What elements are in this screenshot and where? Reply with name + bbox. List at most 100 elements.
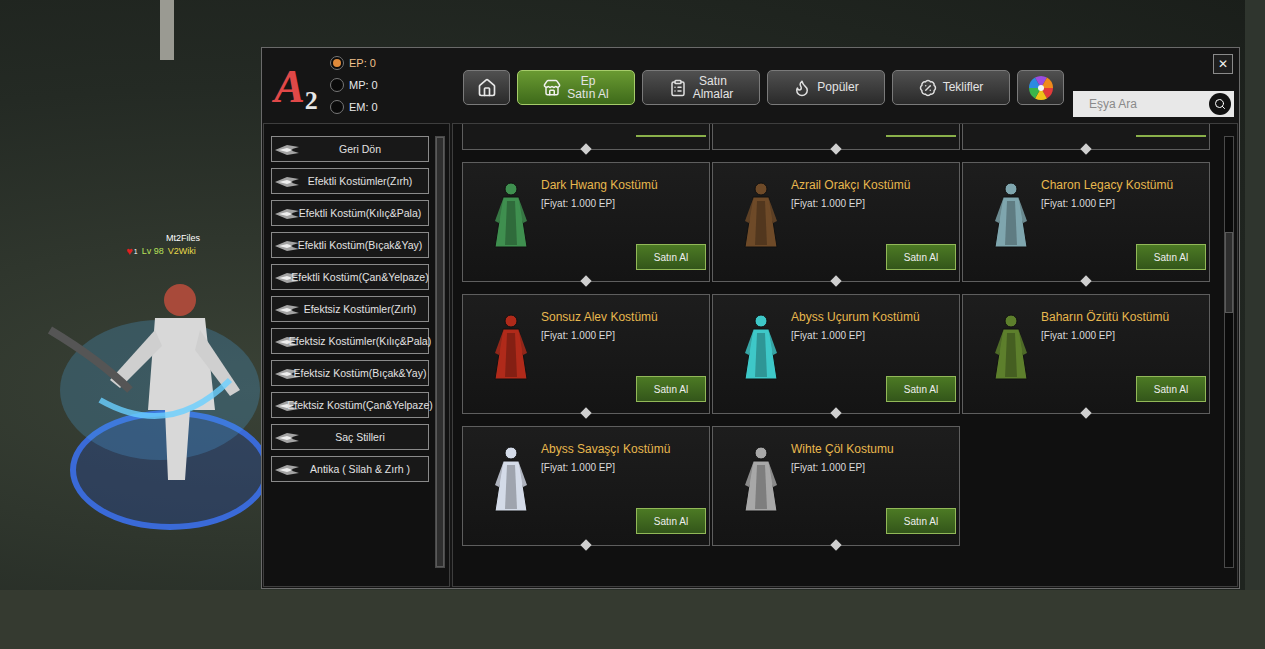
- category-label: Efektli Kostüm(Çan&Yelpaze): [291, 271, 428, 284]
- category-item[interactable]: Efektli Kostüm(Bıçak&Yay): [271, 232, 429, 258]
- item-price: [Fiyat: 1.000 EP]: [791, 330, 959, 342]
- card-divider-mark: [580, 407, 591, 418]
- item-price: [Fiyat: 1.000 EP]: [791, 462, 959, 474]
- currency-list: EP: 0 MP: 0 EM: 0: [330, 53, 450, 117]
- buy-button-label: Satın Al: [654, 250, 688, 265]
- toolbar-button[interactable]: [1017, 70, 1064, 105]
- costume-icon: [991, 313, 1031, 383]
- currency-radio[interactable]: EP: 0: [330, 53, 450, 73]
- shop-header: A2EP: 0MP: 0EM: 0EpSatın AlSatınAlmalarP…: [262, 48, 1239, 123]
- toolbar-button[interactable]: EpSatın Al: [517, 70, 635, 105]
- buy-button[interactable]: Satın Al: [636, 376, 706, 402]
- scrollbar-thumb[interactable]: [1225, 232, 1233, 314]
- search-field[interactable]: Eşya Ara: [1073, 91, 1234, 117]
- close-button[interactable]: ✕: [1213, 54, 1233, 74]
- player-info: ♥1Lv 98V2Wiki: [126, 245, 195, 258]
- wing-icon: [273, 431, 301, 445]
- item-image: [713, 295, 791, 413]
- card-divider-mark: [580, 275, 591, 286]
- radio-mark: [330, 100, 344, 114]
- item-price: [Fiyat: 1.000 EP]: [541, 462, 709, 474]
- category-list: Geri Dön Efektli Kostümler(Zırh) Efektli K…: [271, 136, 429, 586]
- card-divider-mark: [830, 407, 841, 418]
- item-card: Wihte Çöl Kostumu [Fiyat: 1.000 EP] Satın …: [712, 426, 960, 546]
- item-info: Abyss Uçurum Kostümü[Fiyat: 1.000 EP]Sat…: [791, 295, 959, 413]
- wing-icon: [273, 143, 301, 157]
- category-item[interactable]: Efektsiz Kostüm(Bıçak&Yay): [271, 360, 429, 386]
- category-icon-holder: [273, 207, 301, 221]
- item-card: Charon Legacy Kostümü[Fiyat: 1.000 EP]Sa…: [962, 162, 1210, 282]
- category-item[interactable]: Efektsiz Kostümler(Zırh): [271, 296, 429, 322]
- currency-label: MP: 0: [349, 77, 378, 94]
- currency-label: EM: 0: [349, 99, 378, 116]
- item-image: [963, 163, 1041, 281]
- player-guild: V2Wiki: [168, 245, 196, 258]
- buy-button[interactable]: Satın Al: [886, 508, 956, 534]
- item-scrollbar[interactable]: [1224, 136, 1234, 568]
- toolbar-label: Popüler: [817, 81, 858, 94]
- item-card: Abyss Uçurum Kostümü[Fiyat: 1.000 EP]Sat…: [712, 294, 960, 414]
- wing-icon: [273, 463, 301, 477]
- card-divider-mark: [830, 539, 841, 550]
- item-name: Sonsuz Alev Kostümü: [541, 310, 709, 324]
- category-icon-holder: [273, 143, 301, 157]
- category-icon-holder: [273, 463, 301, 477]
- toolbar: EpSatın AlSatınAlmalarPopülerTeklifler: [463, 70, 1064, 105]
- buy-button[interactable]: Satın Al: [886, 244, 956, 270]
- category-item[interactable]: Efektli Kostümler(Zırh): [271, 168, 429, 194]
- toolbar-button[interactable]: Popüler: [767, 70, 885, 105]
- category-item[interactable]: Efektsiz Kostüm(Çan&Yelpaze): [271, 392, 429, 418]
- item-name: Dark Hwang Kostümü: [541, 178, 709, 192]
- currency-radio[interactable]: MP: 0: [330, 75, 450, 95]
- category-item[interactable]: Efektli Kostüm(Kılıç&Pala): [271, 200, 429, 226]
- radio-mark: [330, 78, 344, 92]
- toolbar-button[interactable]: SatınAlmalar: [642, 70, 760, 105]
- scrollbar-thumb[interactable]: [436, 137, 444, 567]
- category-item[interactable]: Efektsiz Kostümler(Kılıç&Pala): [271, 328, 429, 354]
- game-screen: Mt2Files♥1Lv 98V2WikiA2EP: 0MP: 0EM: 0Ep…: [0, 0, 1265, 649]
- category-label: Efektli Kostüm(Bıçak&Yay): [298, 239, 423, 252]
- costume-icon: [741, 181, 781, 251]
- category-item[interactable]: Saç Stilleri: [271, 424, 429, 450]
- toolbar-button[interactable]: Teklifler: [892, 70, 1010, 105]
- item-price: [Fiyat: 1.000 EP]: [541, 198, 709, 210]
- item-card: Abyss Savaşçı Kostümü[Fiyat: 1.000 EP]Sa…: [462, 426, 710, 546]
- ground: [0, 590, 1265, 649]
- card-divider-mark: [1080, 407, 1091, 418]
- buy-button[interactable]: Satın Al: [636, 244, 706, 270]
- item-image: [463, 295, 541, 413]
- tree-trunk: [1245, 0, 1265, 649]
- wing-icon: [273, 239, 301, 253]
- toolbar-label-line: Ep: [581, 75, 596, 88]
- search-button[interactable]: [1209, 93, 1231, 115]
- item-shop-window: A2EP: 0MP: 0EM: 0EpSatın AlSatınAlmalarP…: [261, 47, 1240, 589]
- currency-radio[interactable]: EM: 0: [330, 97, 450, 117]
- item-card-partial: [712, 124, 960, 150]
- item-card: Sonsuz Alev Kostümü[Fiyat: 1.000 EP]Satı…: [462, 294, 710, 414]
- item-name: Wihte Çöl Kostumu: [791, 442, 959, 456]
- buy-button[interactable]: Satın Al: [886, 376, 956, 402]
- buy-button[interactable]: Satın Al: [1136, 376, 1206, 402]
- item-info: Charon Legacy Kostümü[Fiyat: 1.000 EP]Sa…: [1041, 163, 1209, 281]
- wheel-icon: [1028, 75, 1054, 101]
- buy-button-label: Satın Al: [904, 382, 938, 397]
- toolbar-button[interactable]: [463, 70, 510, 105]
- radio-dot: [333, 59, 341, 67]
- item-card-partial: [462, 124, 710, 150]
- category-item[interactable]: Efektli Kostüm(Çan&Yelpaze): [271, 264, 429, 290]
- toolbar-label-line: Satın Al: [567, 88, 608, 101]
- costume-icon: [491, 445, 531, 515]
- card-divider-mark: [830, 143, 841, 154]
- buy-button[interactable]: Satın Al: [1136, 244, 1206, 270]
- toolbar-label-line: Satın: [699, 75, 727, 88]
- category-item[interactable]: Geri Dön: [271, 136, 429, 162]
- category-label: Efektsiz Kostüm(Çan&Yelpaze): [287, 399, 433, 412]
- sidebar-scrollbar[interactable]: [435, 136, 445, 568]
- item-info: Baharın Özütü Kostümü[Fiyat: 1.000 EP]Sa…: [1041, 295, 1209, 413]
- item-grid: Dark Hwang Kostümü [Fiyat: 1.000 EP] Satın…: [453, 124, 1237, 546]
- category-icon-holder: [273, 239, 301, 253]
- category-icon-holder: [273, 303, 301, 317]
- category-item[interactable]: Antika ( Silah & Zırh ): [271, 456, 429, 482]
- shop-logo: A2: [268, 58, 324, 110]
- buy-button[interactable]: Satın Al: [636, 508, 706, 534]
